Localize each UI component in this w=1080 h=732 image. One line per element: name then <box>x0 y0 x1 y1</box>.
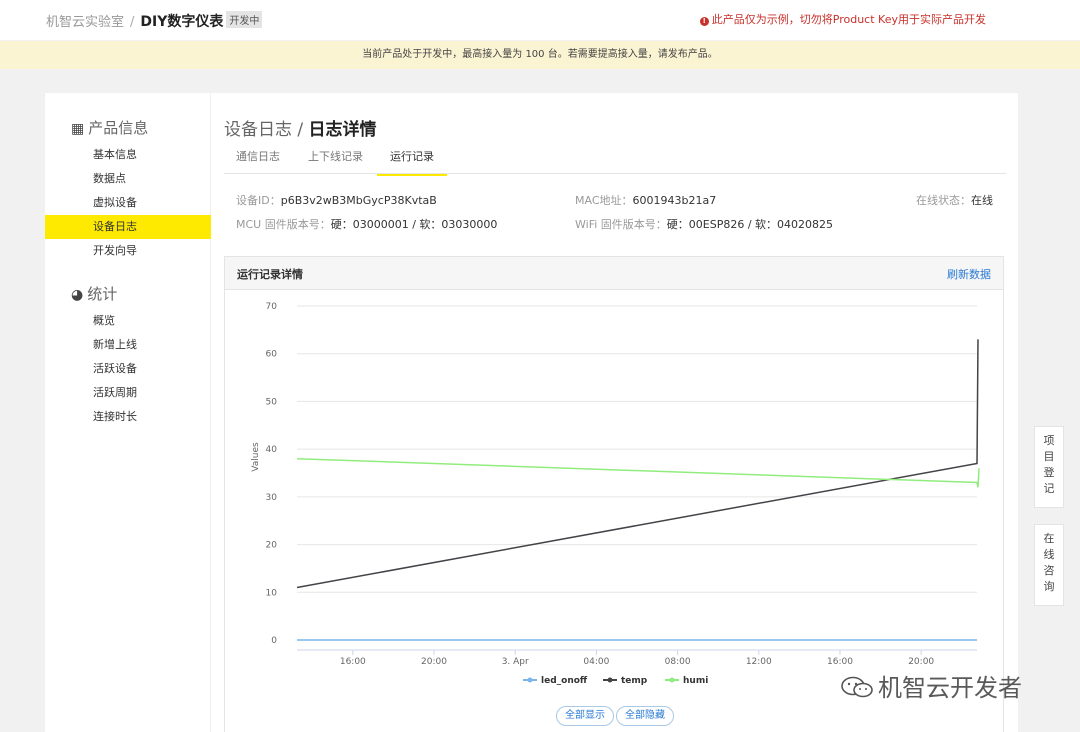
y-tick-label: 10 <box>266 588 278 598</box>
sidebar-item-basic-info[interactable]: 基本信息 <box>45 143 211 167</box>
y-tick-label: 60 <box>266 350 278 360</box>
main-panel: ▦ 产品信息 基本信息 数据点 虚拟设备 设备日志 开发向导 ◕ 统计 概览 新增上… <box>45 93 1018 732</box>
card-header: 运行记录详情 刷新数据 <box>225 257 1003 290</box>
product-name: DIY数字仪表 <box>140 14 224 30</box>
x-tick-label: 3. Apr <box>502 657 529 667</box>
wifi-firmware: WiFi 固件版本号：硬：00ESP826 / 软：04020825 <box>575 216 833 232</box>
project-register-label: 项目登记 <box>1043 434 1055 495</box>
sidebar-item-active-devices[interactable]: 活跃设备 <box>45 357 211 381</box>
x-tick-label: 16:00 <box>827 657 853 667</box>
page-title-parent[interactable]: 设备日志 / <box>224 120 303 140</box>
y-tick-label: 30 <box>266 493 278 503</box>
sidebar-item-dev-guide[interactable]: 开发向导 <box>45 239 211 263</box>
online-consult-label: 在线咨询 <box>1043 532 1055 593</box>
breadcrumb-separator: / <box>130 15 135 30</box>
tab-online-offline[interactable]: 上下线记录 <box>308 148 363 164</box>
sidebar-item-connect-duration[interactable]: 连接时长 <box>45 405 211 429</box>
sidebar-section-stats-title: 统计 <box>87 285 118 303</box>
chart-series <box>296 339 980 641</box>
refresh-data-link[interactable]: 刷新数据 <box>947 266 991 282</box>
run-record-card: 运行记录详情 刷新数据 0 10 20 30 40 50 60 70 16:00 20:00 3. … <box>224 256 1004 732</box>
quota-notice: 当前产品处于开发中，最高接入量为 100 台。若需要提高接入量，请发布产品。 <box>0 41 1080 69</box>
x-tick-label: 12:00 <box>746 657 772 667</box>
series-line-temp <box>296 339 979 589</box>
pie-icon: ◕ <box>71 287 84 303</box>
mac-address: MAC地址：6001943b21a7 <box>575 192 716 208</box>
sidebar-item-overview[interactable]: 概览 <box>45 309 211 333</box>
legend-item-led_onoff: led_onoff <box>541 676 588 686</box>
project-register-tab[interactable]: 项目登记 <box>1034 426 1064 508</box>
wifi-firmware-label: WiFi 固件版本号： <box>575 218 667 231</box>
wifi-firmware-value: 硬：00ESP826 / 软：04020825 <box>666 218 834 231</box>
mac-label: MAC地址： <box>575 194 633 207</box>
tab-run-record[interactable]: 运行记录 <box>377 148 447 176</box>
hide-all-button[interactable]: 全部隐藏 <box>616 706 674 726</box>
sample-warning: ! 此产品仅为示例，切勿将Product Key用于实际产品开发 <box>699 11 986 27</box>
y-tick-label: 0 <box>271 636 277 646</box>
show-all-button[interactable]: 全部显示 <box>556 706 614 726</box>
chart-grid <box>297 305 977 641</box>
tab-comm-log[interactable]: 通信日志 <box>236 148 280 164</box>
watermark: 机智云开发者 <box>840 668 1022 703</box>
sidebar-item-virtual-device[interactable]: 虚拟设备 <box>45 191 211 215</box>
sidebar-item-device-log[interactable]: 设备日志 <box>45 215 211 239</box>
device-id-label: 设备ID： <box>236 194 281 207</box>
page-title-current: 日志详情 <box>308 120 377 140</box>
card-title: 运行记录详情 <box>237 268 303 281</box>
page-title: 设备日志 / 日志详情 <box>224 115 377 140</box>
watermark-text: 机智云开发者 <box>878 674 1022 702</box>
mcu-firmware: MCU 固件版本号：硬：03000001 / 软：03030000 <box>236 216 497 232</box>
online-status-value: 在线 <box>971 194 993 207</box>
y-tick-label: 40 <box>266 445 278 455</box>
chart-axes: 0 10 20 30 40 50 60 70 16:00 20:00 3. Apr 04:00 08:0… <box>266 302 977 667</box>
dev-status-badge: 开发中 <box>226 11 263 28</box>
legend-marker-temp <box>607 677 613 683</box>
grid-icon: ▦ <box>71 121 85 137</box>
chart-legend: led_onoff temp humi <box>523 676 708 686</box>
sidebar-section-product: ▦ 产品信息 <box>71 117 148 138</box>
y-tick-label: 50 <box>266 397 278 407</box>
y-tick-label: 70 <box>266 302 278 312</box>
sidebar-item-datapoints[interactable]: 数据点 <box>45 167 211 191</box>
sidebar-item-active-period[interactable]: 活跃周期 <box>45 381 211 405</box>
legend-marker-led_onoff <box>527 677 533 683</box>
run-record-chart: 0 10 20 30 40 50 60 70 16:00 20:00 3. Apr 04:00 08:0… <box>251 302 980 686</box>
online-status-label: 在线状态： <box>916 194 971 207</box>
device-id: 设备ID：p6B3v2wB3MbGycP38KvtaB <box>236 192 437 208</box>
breadcrumb: 机智云实验室 / DIY数字仪表 开发中 <box>46 11 263 31</box>
breadcrumb-lab-link[interactable]: 机智云实验室 <box>46 15 124 30</box>
legend-item-humi: humi <box>683 676 708 686</box>
wechat-icon <box>841 676 873 698</box>
legend-marker-humi <box>669 677 675 683</box>
sidebar-section-product-title: 产品信息 <box>88 119 149 137</box>
content-area: 设备日志 / 日志详情 通信日志 上下线记录 运行记录 设备ID：p6B3v2w… <box>224 93 1006 732</box>
series-line-humi <box>296 457 980 488</box>
x-tick-label: 04:00 <box>583 657 609 667</box>
mac-value: 6001943b21a7 <box>632 194 717 207</box>
log-tabs: 通信日志 上下线记录 运行记录 <box>224 145 1006 176</box>
x-tick-label: 20:00 <box>908 657 934 667</box>
mcu-firmware-label: MCU 固件版本号： <box>236 218 331 231</box>
y-axis-label: Values <box>251 442 261 472</box>
online-consult-tab[interactable]: 在线咨询 <box>1034 524 1064 606</box>
mcu-firmware-value: 硬：03000001 / 软：03030000 <box>330 218 498 231</box>
y-tick-label: 20 <box>266 541 278 551</box>
x-tick-label: 20:00 <box>421 657 447 667</box>
device-id-value: p6B3v2wB3MbGycP38KvtaB <box>280 194 437 207</box>
sidebar: ▦ 产品信息 基本信息 数据点 虚拟设备 设备日志 开发向导 ◕ 统计 概览 新增上… <box>45 93 211 732</box>
legend-item-temp: temp <box>621 676 648 686</box>
sidebar-item-new-online[interactable]: 新增上线 <box>45 333 211 357</box>
online-status: 在线状态：在线 <box>916 192 993 208</box>
sample-warning-text: 此产品仅为示例，切勿将Product Key用于实际产品开发 <box>711 13 986 26</box>
sidebar-section-stats: ◕ 统计 <box>71 283 117 304</box>
alert-icon: ! <box>699 17 709 26</box>
top-bar: 机智云实验室 / DIY数字仪表 开发中 ! 此产品仅为示例，切勿将Product Ke… <box>0 0 1080 40</box>
x-tick-label: 08:00 <box>665 657 691 667</box>
x-tick-label: 16:00 <box>340 657 366 667</box>
